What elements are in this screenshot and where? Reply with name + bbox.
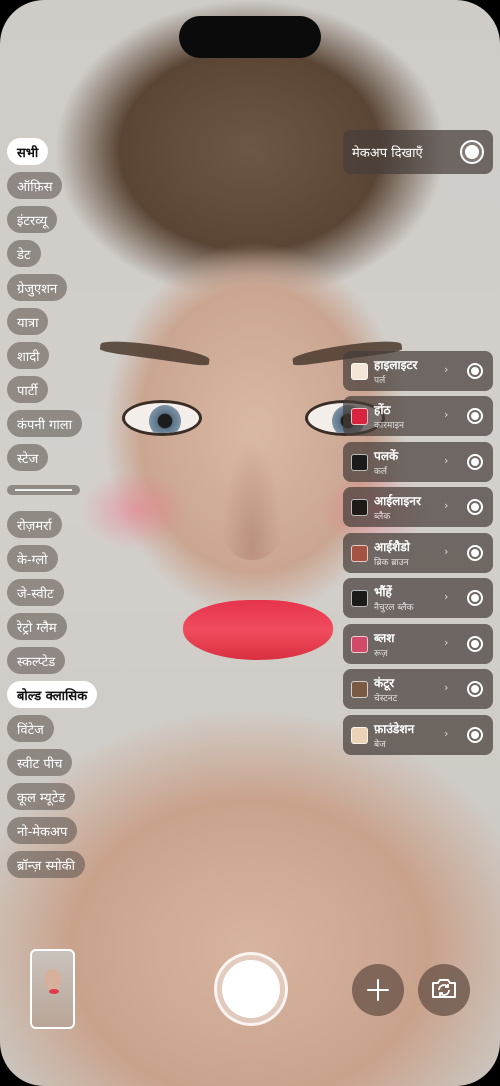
product-toggle-radio[interactable]: [467, 636, 483, 652]
product-shade: रूज़: [374, 649, 388, 659]
look-chip-everyday[interactable]: रोज़मर्रा: [7, 511, 62, 538]
look-chip-j-sweet[interactable]: जे-स्वीट: [7, 579, 64, 606]
look-chip-sweet-peach[interactable]: स्वीट पीच: [7, 749, 73, 776]
left-cheek-blush: [80, 470, 190, 550]
product-name: पलकें: [374, 449, 399, 463]
look-chip-k-glow[interactable]: के-ग्लो: [7, 545, 58, 572]
plus-icon: [367, 979, 389, 1001]
chevron-right-icon[interactable]: ›: [444, 545, 448, 558]
shutter-inner: [222, 960, 280, 1018]
left-eyebrow: [99, 337, 211, 367]
product-row-contour[interactable]: कंटूर चेस्टनट ›: [343, 669, 493, 709]
chevron-right-icon[interactable]: ›: [444, 499, 448, 512]
color-swatch: [351, 408, 368, 425]
filter-chip-interview[interactable]: इंटरव्यू: [7, 206, 58, 233]
look-chip-no-makeup[interactable]: नो-मेकअप: [7, 817, 78, 844]
look-chip-cool-muted[interactable]: कूल म्यूटेड: [7, 783, 76, 810]
show-makeup-label: मेकअप दिखाएँ: [352, 146, 423, 161]
color-swatch: [351, 454, 368, 471]
chevron-right-icon[interactable]: ›: [444, 363, 448, 376]
nose: [222, 440, 282, 560]
filter-divider: [7, 485, 80, 495]
color-swatch: [351, 499, 368, 516]
product-toggle-radio[interactable]: [467, 363, 483, 379]
look-chip-retro-glam[interactable]: रेट्रो ग्लैम: [7, 613, 67, 640]
camera-flip-icon: [430, 976, 458, 1004]
product-shade: नैचुरल ब्लैक: [374, 603, 414, 613]
product-name: आईलाइनर: [374, 494, 421, 508]
product-shade: ब्लैक: [374, 512, 391, 522]
flip-camera-button[interactable]: [418, 964, 470, 1016]
product-name: हाइलाइटर: [374, 358, 418, 372]
product-shade: कारमाइन: [374, 421, 405, 431]
filter-chip-office[interactable]: ऑफ़िस: [7, 172, 63, 199]
color-swatch: [351, 681, 368, 698]
product-row-lips[interactable]: होंठ कारमाइन ›: [343, 396, 493, 436]
product-row-highlighter[interactable]: हाइलाइटर पर्ल ›: [343, 351, 493, 391]
product-name: होंठ: [374, 403, 391, 417]
product-row-eyeliner[interactable]: आईलाइनर ब्लैक ›: [343, 487, 493, 527]
screen: सभी ऑफ़िस इंटरव्यू डेट ग्रेजुएशन यात्रा …: [0, 0, 500, 1086]
filter-chip-company-gala[interactable]: कंपनी गाला: [7, 410, 82, 437]
product-shade: पर्ल: [374, 376, 386, 386]
look-chip-bronze-smoky[interactable]: ब्रॉन्ज़ स्मोकी: [7, 851, 85, 878]
filter-chip-travel[interactable]: यात्रा: [7, 308, 49, 335]
product-name: कंटूर: [374, 676, 395, 690]
look-chip-sculpted[interactable]: स्कल्प्टेड: [7, 647, 66, 674]
lips: [183, 600, 333, 660]
product-toggle-radio[interactable]: [467, 681, 483, 697]
color-swatch: [351, 590, 368, 607]
filter-chip-all[interactable]: सभी: [7, 138, 49, 165]
product-toggle-radio[interactable]: [467, 454, 483, 470]
add-button[interactable]: [352, 964, 404, 1016]
look-chip-bold-classic[interactable]: बोल्ड क्लासिक: [7, 681, 98, 708]
chevron-right-icon[interactable]: ›: [444, 590, 448, 603]
dynamic-island: [179, 16, 321, 58]
product-shade: ब्रिक ब्राउन: [374, 558, 409, 568]
product-row-eyeshadow[interactable]: आईशैडो ब्रिक ब्राउन ›: [343, 533, 493, 573]
color-swatch: [351, 636, 368, 653]
gallery-thumbnail[interactable]: [30, 949, 75, 1029]
filter-chip-party[interactable]: पार्टी: [7, 376, 48, 403]
product-shade: कर्ल: [374, 467, 388, 477]
product-name: ब्लश: [374, 631, 395, 645]
show-makeup-switch[interactable]: [460, 140, 484, 164]
chevron-right-icon[interactable]: ›: [444, 681, 448, 694]
shutter-button[interactable]: [214, 952, 288, 1026]
product-name: भौंहें: [374, 585, 392, 599]
product-toggle-radio[interactable]: [467, 590, 483, 606]
look-chip-vintage[interactable]: विंटेज: [7, 715, 54, 742]
product-toggle-radio[interactable]: [467, 499, 483, 515]
product-shade: बेज: [374, 740, 386, 750]
chevron-right-icon[interactable]: ›: [444, 636, 448, 649]
product-toggle-radio[interactable]: [467, 408, 483, 424]
product-row-blush[interactable]: ब्लश रूज़ ›: [343, 624, 493, 664]
chevron-right-icon[interactable]: ›: [444, 408, 448, 421]
filter-chip-graduation[interactable]: ग्रेजुएशन: [7, 274, 68, 301]
product-row-lashes[interactable]: पलकें कर्ल ›: [343, 442, 493, 482]
product-shade: चेस्टनट: [374, 694, 398, 704]
product-toggle-radio[interactable]: [467, 727, 483, 743]
product-toggle-radio[interactable]: [467, 545, 483, 561]
filter-chip-stage[interactable]: स्टेज: [7, 444, 49, 471]
color-swatch: [351, 363, 368, 380]
product-name: फ़ाउंडेशन: [374, 722, 415, 736]
filter-chip-date[interactable]: डेट: [7, 240, 41, 267]
left-eye: [122, 400, 202, 436]
color-swatch: [351, 545, 368, 562]
filter-chip-wedding[interactable]: शादी: [7, 342, 50, 369]
product-row-foundation[interactable]: फ़ाउंडेशन बेज ›: [343, 715, 493, 755]
product-row-brows[interactable]: भौंहें नैचुरल ब्लैक ›: [343, 578, 493, 618]
show-makeup-toggle[interactable]: मेकअप दिखाएँ: [343, 130, 493, 174]
chevron-right-icon[interactable]: ›: [444, 727, 448, 740]
product-name: आईशैडो: [374, 540, 410, 554]
color-swatch: [351, 727, 368, 744]
chevron-right-icon[interactable]: ›: [444, 454, 448, 467]
